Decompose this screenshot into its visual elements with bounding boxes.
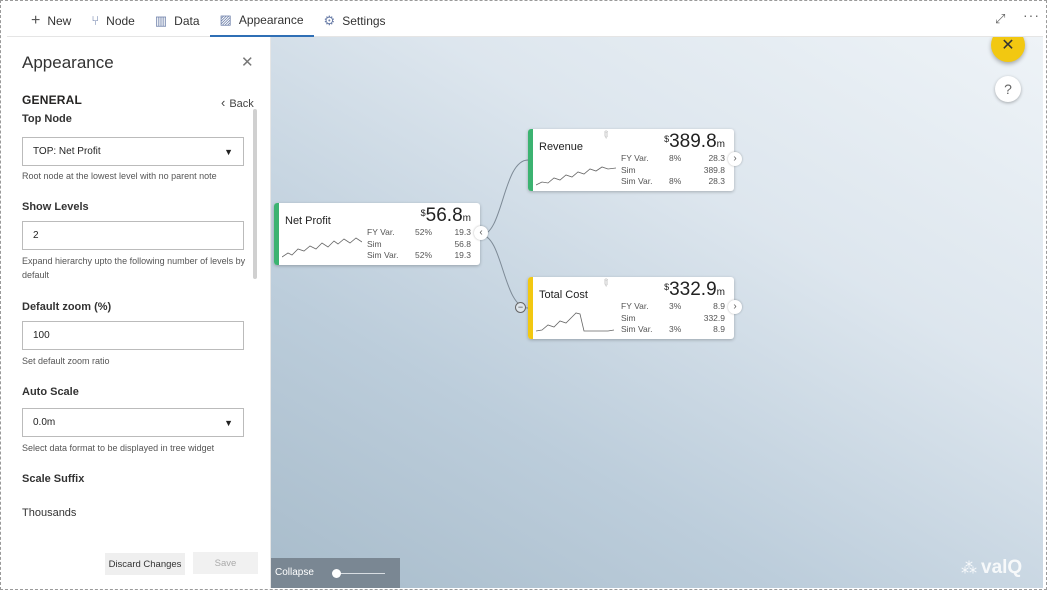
scale-suffix-value[interactable]: Thousands [22,507,76,519]
node-value: $332.9m [664,279,725,300]
focus-mode-icon[interactable]: ⤢ [995,11,1005,27]
dropdown-arrow-icon: ▼ [224,146,233,157]
zoom-slider-handle[interactable] [332,569,341,578]
sparkline [282,237,362,258]
data-icon: ▥ [154,12,168,28]
menu-settings-label: Settings [342,13,386,28]
panel-title: Appearance [22,53,114,72]
save-button[interactable]: Save [193,552,258,574]
menu-data-label: Data [174,13,200,28]
top-node-label: Top Node [22,113,72,125]
network-icon: ⁂ [961,560,977,577]
chevron-left-icon: ‹ [221,95,226,110]
menu-appearance[interactable]: ▨ Appearance [209,5,314,37]
node-total-cost[interactable]: ✎ Total Cost $332.9m FY Var. 3% 8.9 Sim 332… [528,277,742,339]
collapse-node-icon[interactable]: − [515,302,526,313]
default-zoom-input[interactable]: 100 [22,321,244,350]
show-levels-value: 2 [33,230,39,241]
show-levels-input[interactable]: 2 [22,221,244,250]
menu-settings[interactable]: ⚙ Settings [314,5,396,37]
more-options-icon[interactable]: ··· [1023,7,1040,23]
chevron-left-icon[interactable]: ‹ [474,226,488,240]
zoom-bar: Collapse [271,558,400,588]
node-name: Total Cost [539,289,588,301]
discard-changes-button[interactable]: Discard Changes [105,553,185,575]
appearance-panel: Appearance ✕ GENERAL ‹ Back Top Node TOP:… [7,37,271,588]
tree-canvas[interactable]: − Net Profit $56.8m FY Var. 52% 19.3 Sim 56… [271,37,1043,588]
back-button[interactable]: ‹ Back [221,95,254,110]
node-metrics: FY Var. 52% 19.3 Sim 56.8 Sim Var. 52% 19.3 [367,227,471,260]
zoom-slider[interactable] [332,569,385,578]
auto-scale-hint: Select data format to be displayed in tr… [22,443,215,453]
node-value: $56.8m [420,205,471,226]
node-color-bar [274,203,279,265]
dropdown-arrow-icon: ▼ [224,417,233,428]
node-color-bar [528,129,533,191]
node-name: Net Profit [285,215,331,227]
menu-node-label: Node [106,13,135,28]
scrollbar[interactable] [253,109,257,279]
node-value: $389.8m [664,131,725,152]
node-net-profit[interactable]: Net Profit $56.8m FY Var. 52% 19.3 Sim 56.8… [274,203,488,265]
pencil-icon[interactable]: ✎ [598,277,612,291]
show-levels-hint: Expand hierarchy upto the following numb… [22,256,246,280]
menu-appearance-label: Appearance [238,12,304,27]
sparkline [536,166,616,186]
close-icon[interactable]: ✕ [241,53,254,71]
show-levels-label: Show Levels [22,201,89,213]
help-icon: ? [1004,81,1012,97]
close-icon: ✕ [1001,37,1015,54]
node-icon: ⑂ [91,13,100,28]
auto-scale-label: Auto Scale [22,386,79,398]
node-metrics: FY Var. 3% 8.9 Sim 332.9 Sim Var. 3% 8.9 [621,301,725,334]
default-zoom-value: 100 [33,330,50,341]
auto-scale-value: 0.0m [33,417,56,428]
node-metrics: FY Var. 8% 28.3 Sim 389.8 Sim Var. 8% 28.3 [621,153,725,186]
node-revenue[interactable]: ✎ Revenue $389.8m FY Var. 8% 28.3 Sim 389.8… [528,129,742,191]
valq-logo: ⁂ valQ [961,557,1022,579]
menu-new[interactable]: + New [7,5,81,37]
help-button[interactable]: ? [995,76,1021,102]
menu-data[interactable]: ▥ Data [145,5,210,37]
scale-suffix-label: Scale Suffix [22,473,85,485]
back-label: Back [229,98,254,110]
pencil-icon[interactable]: ✎ [598,129,612,143]
plus-icon: + [31,11,41,29]
default-zoom-label: Default zoom (%) [22,301,112,313]
auto-scale-select[interactable]: 0.0m ▼ [22,408,244,437]
top-node-value: TOP: Net Profit [33,146,101,157]
chevron-right-icon[interactable]: › [728,300,742,314]
section-heading: GENERAL [22,93,83,107]
collapse-label[interactable]: Collapse [275,567,314,578]
top-menu-bar: + New ⑂ Node ▥ Data ▨ Appearance ⚙ Setti… [7,5,1043,37]
top-node-hint: Root node at the lowest level with no pa… [22,171,217,181]
node-color-bar [528,277,533,339]
sparkline [536,312,615,332]
default-zoom-hint: Set default zoom ratio [22,356,110,366]
menu-new-label: New [47,13,72,28]
gear-icon: ⚙ [323,12,336,28]
appearance-icon: ▨ [219,11,232,27]
brand-name: valQ [981,557,1023,578]
node-name: Revenue [539,141,584,153]
menu-node[interactable]: ⑂ Node [81,5,145,37]
top-node-select[interactable]: TOP: Net Profit ▼ [22,137,244,166]
chevron-right-icon[interactable]: › [728,152,742,166]
